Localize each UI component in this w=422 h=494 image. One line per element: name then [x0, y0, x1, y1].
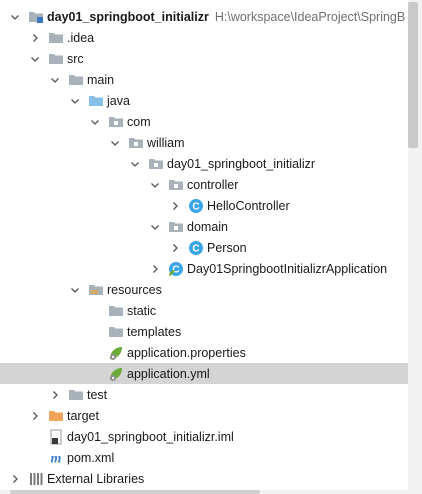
folder-icon — [48, 51, 64, 67]
chevron-right-icon[interactable] — [150, 264, 160, 274]
spring-properties-icon — [108, 345, 124, 361]
tree-item-label: day01_springboot_initializr — [47, 9, 209, 24]
tree-item-label: application.properties — [127, 345, 246, 360]
tree-item-controller[interactable]: controller — [0, 174, 408, 195]
chevron-down-icon[interactable] — [110, 138, 120, 148]
spring-app-class-icon: C — [168, 261, 184, 277]
tree-item-application-yml[interactable]: application.yml — [0, 363, 408, 384]
folder-icon — [48, 30, 64, 46]
svg-text:m: m — [51, 451, 62, 466]
tree-item-idea[interactable]: .idea — [0, 27, 408, 48]
tree-item-com[interactable]: com — [0, 111, 408, 132]
tree-item-label: day01_springboot_initializr — [167, 156, 316, 171]
folder-icon — [68, 72, 84, 88]
class-icon: C — [188, 240, 204, 256]
tree-item-day01-springboot-initializr[interactable]: day01_springboot_initializr — [0, 153, 408, 174]
chevron-right-icon[interactable] — [170, 201, 180, 211]
folder-icon — [68, 387, 84, 403]
tree-item-label: templates — [127, 324, 182, 339]
package-icon — [128, 135, 144, 151]
libraries-icon — [28, 471, 44, 487]
vertical-scrollbar-thumb[interactable] — [408, 2, 418, 148]
chevron-right-icon[interactable] — [30, 411, 40, 421]
svg-text:C: C — [172, 264, 179, 275]
chevron-down-icon[interactable] — [150, 180, 160, 190]
tree-item-hellocontroller[interactable]: C HelloController — [0, 195, 408, 216]
folder-icon — [108, 324, 124, 340]
folder-icon — [108, 303, 124, 319]
chevron-down-icon[interactable] — [70, 285, 80, 295]
chevron-down-icon[interactable] — [90, 117, 100, 127]
tree-item-label: day01_springboot_initializr.iml — [67, 429, 234, 444]
package-icon — [168, 219, 184, 235]
tree-item-test[interactable]: test — [0, 384, 408, 405]
tree-item-domain[interactable]: domain — [0, 216, 408, 237]
tree-item-label: src — [67, 51, 84, 66]
tree-item-main[interactable]: main — [0, 69, 408, 90]
svg-text:C: C — [192, 243, 199, 254]
chevron-down-icon[interactable] — [70, 96, 80, 106]
resources-folder-icon — [88, 282, 104, 298]
horizontal-scrollbar-thumb[interactable] — [10, 490, 260, 494]
chevron-down-icon[interactable] — [10, 12, 20, 22]
tree-item-label: william — [147, 135, 185, 150]
tree-item-java[interactable]: java — [0, 90, 408, 111]
tree-item-william[interactable]: william — [0, 132, 408, 153]
tree-item-label: .idea — [67, 30, 95, 45]
chevron-down-icon[interactable] — [50, 75, 60, 85]
tree-item-external-libraries[interactable]: External Libraries — [0, 468, 408, 489]
tree-item-label: main — [87, 72, 115, 87]
module-path: H:\workspace\IdeaProject\SpringB — [214, 9, 406, 24]
chevron-right-icon[interactable] — [50, 390, 60, 400]
tree-item-label: test — [87, 387, 108, 402]
tree-item-label: HelloController — [207, 198, 290, 213]
source-folder-icon — [88, 93, 104, 109]
chevron-right-icon[interactable] — [10, 474, 20, 484]
tree-item-day01-springboot-initializr[interactable]: day01_springboot_initializr H:\workspace\… — [0, 6, 408, 27]
tree-item-pom-xml[interactable]: m pom.xml — [0, 447, 408, 468]
tree-item-label: java — [107, 93, 130, 108]
tree-item-day01-springboot-initializr-iml[interactable]: day01_springboot_initializr.iml — [0, 426, 408, 447]
tree-item-label: resources — [107, 282, 162, 297]
chevron-down-icon[interactable] — [30, 54, 40, 64]
tree-item-day01springbootinitializrapplication[interactable]: C Day01SpringbootInitializrApplication — [0, 258, 408, 279]
tree-item-static[interactable]: static — [0, 300, 408, 321]
tree-item-src[interactable]: src — [0, 48, 408, 69]
tree-item-label: pom.xml — [67, 450, 115, 465]
tree-item-templates[interactable]: templates — [0, 321, 408, 342]
tree-item-label: application.yml — [127, 366, 210, 381]
tree-item-label: static — [127, 303, 157, 318]
package-icon — [148, 156, 164, 172]
spring-properties-icon — [108, 366, 124, 382]
tree-item-label: controller — [187, 177, 239, 192]
chevron-right-icon[interactable] — [30, 33, 40, 43]
package-icon — [108, 114, 124, 130]
svg-text:C: C — [192, 201, 199, 212]
tree-item-label: domain — [187, 219, 228, 234]
tree-item-label: target — [67, 408, 99, 423]
chevron-down-icon[interactable] — [150, 222, 160, 232]
tree-item-target[interactable]: target — [0, 405, 408, 426]
tree-item-person[interactable]: C Person — [0, 237, 408, 258]
tree-item-label: External Libraries — [47, 471, 145, 486]
excluded-folder-icon — [48, 408, 64, 424]
tree-item-label: Person — [207, 240, 247, 255]
class-icon: C — [188, 198, 204, 214]
maven-icon: m — [48, 450, 64, 466]
tree-item-application-properties[interactable]: application.properties — [0, 342, 408, 363]
tree-item-resources[interactable]: resources — [0, 279, 408, 300]
tree-item-label: Day01SpringbootInitializrApplication — [187, 261, 388, 276]
module-folder-icon — [28, 9, 44, 25]
package-icon — [168, 177, 184, 193]
chevron-right-icon[interactable] — [170, 243, 180, 253]
iml-file-icon — [48, 429, 64, 445]
tree-item-label: com — [127, 114, 151, 129]
chevron-down-icon[interactable] — [130, 159, 140, 169]
project-tree: day01_springboot_initializr H:\workspace\… — [0, 0, 408, 494]
